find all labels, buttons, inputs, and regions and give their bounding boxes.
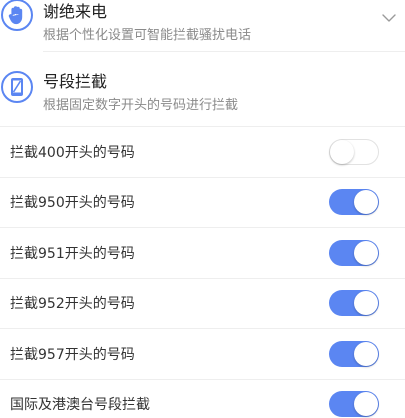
rule-label: 拦截400开头的号码 (10, 144, 135, 161)
toggle-knob (354, 392, 378, 417)
chevron-down-icon[interactable] (382, 8, 396, 27)
phone-slash-icon (1, 71, 33, 103)
rule-toggle-international[interactable] (329, 391, 379, 418)
hand-stop-icon (1, 0, 33, 31)
prefix-rule-list: 拦截400开头的号码 拦截950开头的号码 拦截951开头的号码 拦截952开头… (0, 126, 405, 418)
toggle-knob (354, 341, 378, 366)
decline-calls-title: 谢绝来电 (43, 2, 108, 21)
rule-row-957: 拦截957开头的号码 (0, 328, 405, 379)
rule-label: 拦截952开头的号码 (10, 296, 135, 313)
decline-calls-subtitle: 根据个性化设置可智能拦截骚扰电话 (43, 28, 252, 43)
prefix-block-subtitle: 根据固定数字开头的号码进行拦截 (43, 98, 239, 113)
rule-row-952: 拦截952开头的号码 (0, 277, 405, 329)
toggle-knob (354, 240, 378, 265)
rule-label: 拦截950开头的号码 (10, 195, 135, 212)
rule-row-international: 国际及港澳台号段拦截 (0, 378, 405, 418)
rule-label: 拦截951开头的号码 (10, 245, 135, 262)
rule-row-951: 拦截951开头的号码 (0, 227, 405, 278)
rule-row-950: 拦截950开头的号码 (0, 176, 405, 228)
prefix-block-title: 号段拦截 (43, 72, 108, 91)
rule-label: 拦截957开头的号码 (10, 346, 135, 363)
rule-toggle-957[interactable] (329, 340, 379, 367)
rule-toggle-950[interactable] (329, 189, 379, 216)
toggle-knob (354, 291, 378, 316)
toggle-knob (354, 190, 378, 215)
rule-toggle-951[interactable] (329, 239, 379, 266)
rule-label: 国际及港澳台号段拦截 (10, 397, 150, 414)
prefix-block-section: 号段拦截 根据固定数字开头的号码进行拦截 (0, 58, 405, 118)
toggle-knob (330, 139, 354, 164)
call-block-settings-screen: 谢绝来电 根据个性化设置可智能拦截骚扰电话 号段拦截 根据固定数字开头的号码进行… (0, 0, 405, 418)
decline-calls-section[interactable]: 谢绝来电 根据个性化设置可智能拦截骚扰电话 (0, 0, 405, 52)
rule-toggle-400[interactable] (329, 138, 379, 165)
rule-row-400: 拦截400开头的号码 (0, 126, 405, 177)
rule-toggle-952[interactable] (329, 290, 379, 317)
